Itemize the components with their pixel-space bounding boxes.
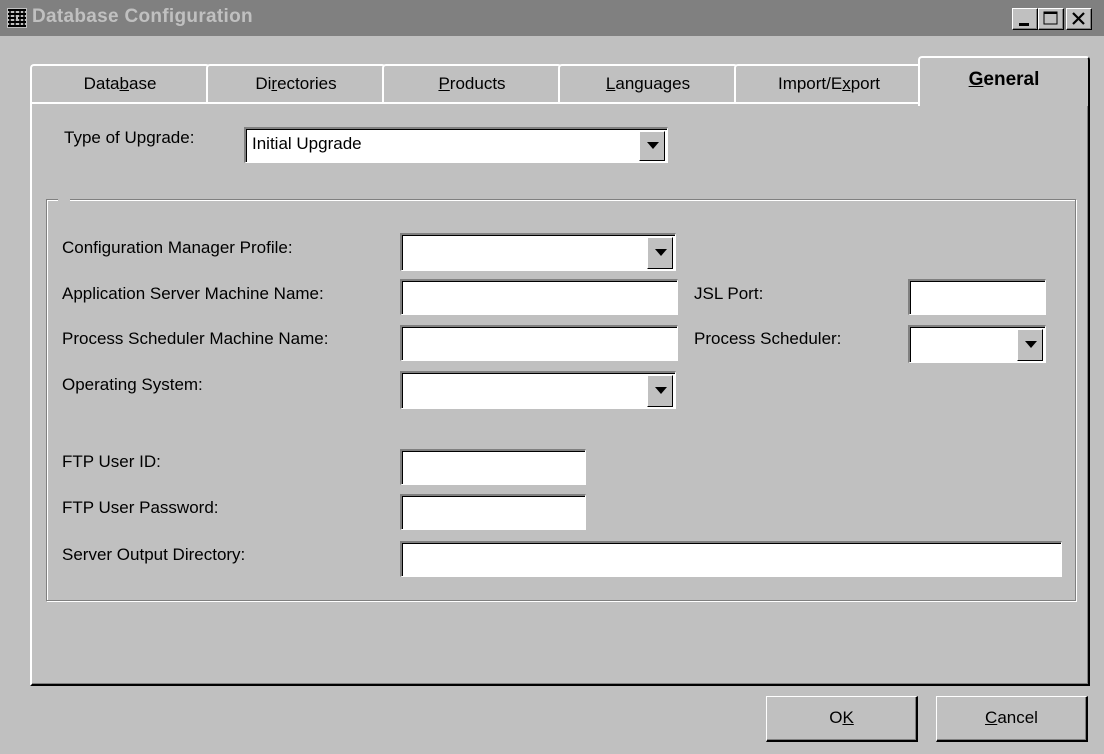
dropdown-arrow-icon — [647, 142, 659, 149]
os-dropdown-button[interactable] — [647, 375, 673, 407]
jsl-port-label: JSL Port: — [694, 284, 764, 303]
minimize-icon — [1019, 23, 1029, 26]
config-profile-dropdown-button[interactable] — [647, 237, 673, 269]
config-profile-label: Configuration Manager Profile: — [62, 238, 293, 257]
tab-general[interactable]: General — [918, 56, 1090, 106]
tab-import-export[interactable]: Import/Export — [734, 64, 924, 104]
minimize-button[interactable] — [1012, 8, 1038, 30]
ftp-password-input[interactable] — [400, 494, 586, 530]
upgrade-type-select[interactable]: Initial Upgrade — [244, 127, 668, 163]
ftp-user-input[interactable] — [400, 449, 586, 485]
tab-languages[interactable]: Languages — [558, 64, 738, 104]
app-server-label: Application Server Machine Name: — [62, 284, 324, 303]
maximize-button[interactable] — [1038, 8, 1064, 30]
window-title: Database Configuration — [32, 6, 253, 27]
app-icon — [6, 7, 28, 29]
ftp-user-label: FTP User ID: — [62, 452, 161, 471]
proc-sched-machine-label: Process Scheduler Machine Name: — [62, 329, 329, 348]
upgrade-type-dropdown-button[interactable] — [639, 131, 665, 161]
app-server-input[interactable] — [400, 279, 678, 315]
ftp-password-label: FTP User Password: — [62, 498, 219, 517]
jsl-port-input[interactable] — [908, 279, 1046, 315]
config-profile-select[interactable] — [400, 233, 676, 271]
upgrade-type-label: Type of Upgrade: — [64, 128, 195, 147]
cancel-button[interactable]: Cancel — [936, 696, 1088, 742]
tab-database[interactable]: Database — [30, 64, 210, 104]
close-icon — [1072, 12, 1085, 25]
tab-directories[interactable]: Directories — [206, 64, 386, 104]
upgrade-type-value: Initial Upgrade — [252, 134, 362, 153]
dropdown-arrow-icon — [655, 387, 667, 394]
server-output-input[interactable] — [400, 541, 1062, 577]
server-output-label: Server Output Directory: — [62, 545, 246, 564]
process-scheduler-select[interactable] — [908, 325, 1046, 363]
proc-sched-machine-input[interactable] — [400, 325, 678, 361]
process-scheduler-dropdown-button[interactable] — [1017, 329, 1043, 361]
dropdown-arrow-icon — [1025, 341, 1037, 348]
os-label: Operating System: — [62, 375, 203, 394]
dropdown-arrow-icon — [655, 249, 667, 256]
tab-products[interactable]: Products — [382, 64, 562, 104]
process-scheduler-label: Process Scheduler: — [694, 329, 842, 348]
close-button[interactable] — [1066, 8, 1092, 30]
os-select[interactable] — [400, 371, 676, 409]
ok-button[interactable]: OK — [766, 696, 918, 742]
maximize-icon — [1043, 11, 1058, 25]
